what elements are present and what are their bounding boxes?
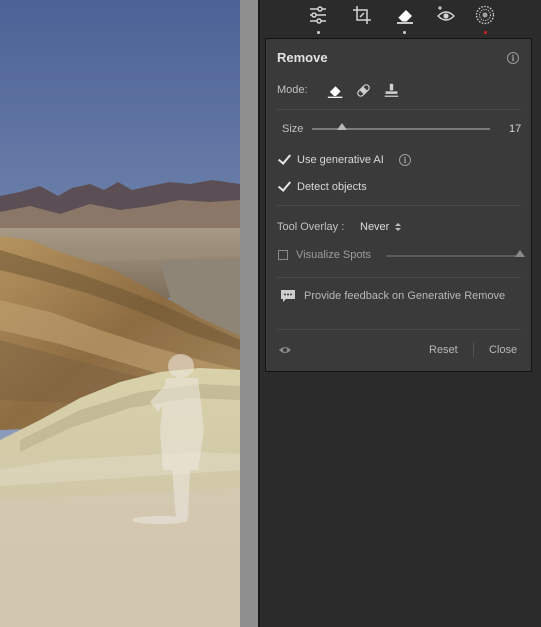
tool-overlay-select[interactable]: Never <box>360 221 402 233</box>
visualize-spots-row[interactable]: Visualize Spots <box>278 249 371 261</box>
panel-title: Remove <box>277 50 328 65</box>
feedback-link[interactable]: Provide feedback on Generative Remove <box>280 289 505 303</box>
crop-tool-button[interactable] <box>351 4 373 26</box>
section-divider <box>277 277 521 278</box>
section-divider <box>277 329 521 330</box>
button-divider <box>473 343 474 357</box>
mode-clone-button[interactable] <box>381 80 401 100</box>
eye-icon[interactable] <box>278 345 292 355</box>
close-button[interactable]: Close <box>489 344 517 356</box>
feedback-text: Provide feedback on Generative Remove <box>304 290 506 302</box>
mode-remove-button[interactable] <box>325 80 345 100</box>
remove-tool-indicator <box>403 31 406 34</box>
sliders-icon <box>310 6 326 24</box>
masking-tool-indicator <box>484 31 487 34</box>
info-icon[interactable]: i <box>507 52 519 64</box>
size-slider-thumb[interactable] <box>337 123 348 130</box>
visualize-spots-checkbox[interactable] <box>278 250 288 260</box>
detect-objects-checkbox[interactable] <box>278 181 290 193</box>
mode-heal-button[interactable] <box>353 80 373 100</box>
visualize-spots-slider-track[interactable] <box>386 255 520 257</box>
clone-stamp-icon <box>384 83 398 97</box>
heal-bandage-icon <box>356 83 370 97</box>
size-label: Size <box>282 123 304 135</box>
eraser-icon <box>397 10 413 24</box>
canvas-divider <box>240 0 258 627</box>
photo-canvas[interactable] <box>0 0 240 627</box>
remove-panel: Remove i Mode: Size 17 Use generative AI… <box>265 38 532 372</box>
adjust-tool-button[interactable] <box>307 4 329 26</box>
generative-ai-checkbox[interactable] <box>278 154 290 166</box>
tool-overlay-label: Tool Overlay : <box>277 221 345 233</box>
right-sidebar: Remove i Mode: Size 17 Use generative AI… <box>260 0 541 627</box>
size-value: 17 <box>509 123 522 135</box>
crop-icon <box>353 6 371 24</box>
red-eye-icon <box>437 6 455 21</box>
redeye-tool-button[interactable] <box>435 4 457 26</box>
visualize-spots-slider-thumb[interactable] <box>515 250 525 257</box>
section-divider <box>277 109 521 110</box>
generative-ai-info-icon[interactable]: i <box>399 154 411 166</box>
updown-arrows-icon <box>395 223 402 231</box>
section-divider <box>277 205 521 206</box>
landscape-photo <box>0 0 240 627</box>
detect-objects-label: Detect objects <box>297 181 367 193</box>
tool-strip <box>260 0 541 37</box>
adjust-tool-indicator <box>317 31 320 34</box>
remove-tool-button[interactable] <box>394 4 416 26</box>
visualize-spots-label: Visualize Spots <box>296 249 372 261</box>
tool-overlay-value: Never <box>360 221 390 233</box>
detect-objects-checkbox-row[interactable]: Detect objects <box>278 179 367 195</box>
generative-ai-label: Use generative AI <box>297 154 384 166</box>
remove-eraser-icon <box>327 85 342 98</box>
masking-tool-button[interactable] <box>474 4 496 26</box>
generative-ai-checkbox-row[interactable]: Use generative AI <box>278 152 384 168</box>
masking-icon <box>475 5 495 25</box>
mode-label: Mode: <box>277 84 308 96</box>
reset-button[interactable]: Reset <box>429 344 458 356</box>
chat-bubble-icon <box>281 290 295 302</box>
